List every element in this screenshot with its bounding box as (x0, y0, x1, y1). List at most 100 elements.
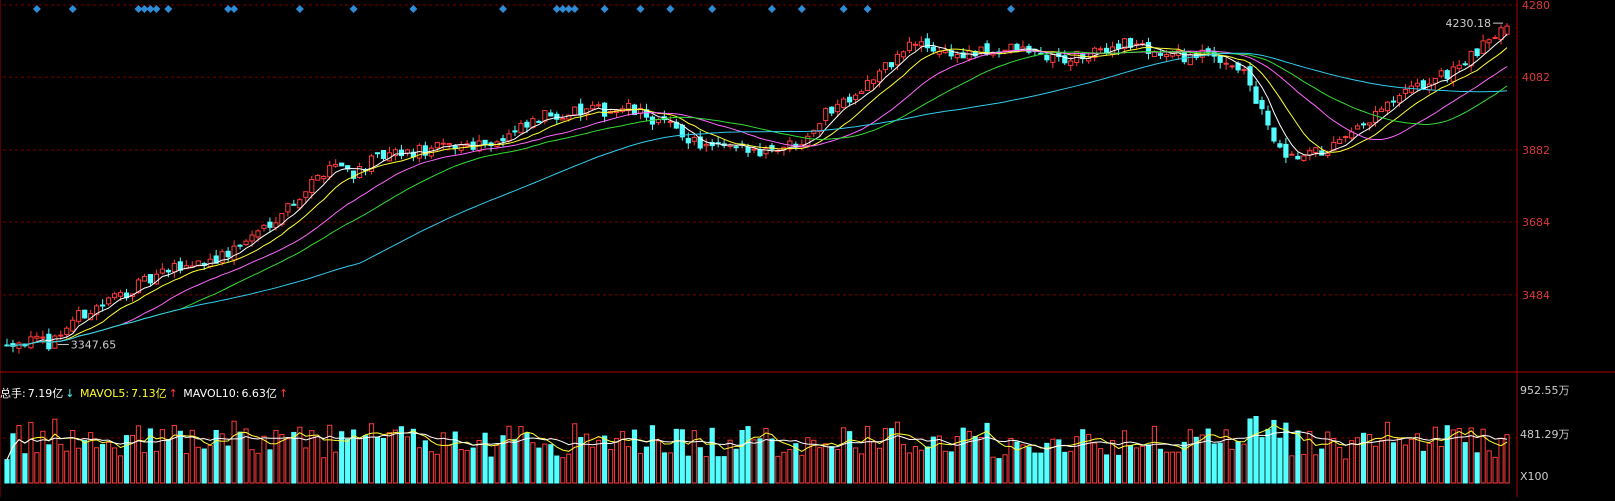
volume-bar (918, 449, 924, 484)
volume-bar (321, 457, 327, 484)
volume-bar (548, 444, 554, 484)
volume-bar (536, 447, 542, 484)
kline-chart[interactable]: 4280 4082 3882 3684 3484 952.55万 481.29万 X100 42… (0, 0, 1615, 497)
volume-bar (1050, 438, 1056, 484)
candle-body (900, 51, 907, 58)
candle-body (882, 62, 889, 70)
candle-body (906, 41, 912, 52)
volume-bar (76, 447, 82, 484)
volume-bar (135, 425, 142, 484)
volume-bar (1378, 439, 1385, 484)
volume-bar (1444, 425, 1450, 484)
volume-bar (1187, 429, 1193, 484)
volume-bar (231, 420, 237, 484)
volume-bar (566, 453, 572, 484)
volume-bar (470, 447, 476, 484)
volume-bar (1211, 443, 1217, 484)
volume-bar (1163, 451, 1169, 484)
signal-diamond-marker (636, 5, 645, 13)
signal-diamond-marker (600, 5, 609, 13)
volume-bar (267, 449, 273, 484)
mavol5-value: 7.13亿 (131, 387, 167, 400)
candle-body (1480, 40, 1486, 54)
price-tick-label: 3684 (1522, 216, 1550, 229)
candle-body (374, 152, 381, 155)
volume-bar (930, 436, 936, 484)
volume-bar (942, 450, 948, 484)
candle-body (261, 224, 267, 229)
candle-body (106, 297, 112, 305)
volume-bar (859, 453, 865, 484)
volume-bar (643, 446, 650, 484)
volume-tick-label: X100 (1520, 470, 1549, 483)
candle-body (28, 336, 34, 349)
volume-bar (1253, 416, 1259, 484)
candle-body (1307, 150, 1313, 156)
volume-bar (721, 456, 727, 484)
volume-bar (835, 449, 841, 484)
candle-body (321, 175, 327, 180)
volume-bar (1127, 445, 1134, 484)
candle-body (864, 80, 871, 91)
volume-bar (978, 436, 984, 484)
candle-body (1068, 60, 1074, 66)
volume-bar (153, 450, 159, 484)
volume-bar (1247, 418, 1253, 484)
volume-bar (117, 455, 124, 484)
candle-body (249, 234, 255, 242)
volume-bar (106, 441, 112, 484)
volume-bar (345, 438, 351, 484)
volume-bar (1331, 437, 1337, 484)
volume-bar (685, 455, 691, 484)
volume-bar (1259, 437, 1265, 484)
volume-bar (404, 436, 410, 484)
candle-body (446, 143, 452, 146)
candle-body (1217, 55, 1223, 63)
candle-body (147, 274, 154, 284)
volume-bar (793, 443, 799, 484)
signal-diamond-marker (499, 5, 508, 13)
volume-bar (46, 444, 52, 484)
candle-body (1372, 111, 1379, 124)
volume-bar (100, 443, 106, 484)
volume-bar (661, 452, 667, 484)
candle-body (1498, 27, 1504, 40)
price-tick-label: 3882 (1522, 144, 1550, 157)
volume-bar (1361, 432, 1367, 484)
candle-body (536, 120, 542, 123)
volume-bar (494, 444, 500, 484)
candle-body (1450, 66, 1456, 82)
volume-bar (1408, 438, 1414, 484)
candle-body (309, 178, 315, 193)
candle-body (1283, 143, 1289, 158)
candle-body (930, 46, 936, 52)
volume-bar (1390, 442, 1397, 484)
volume-bar (410, 428, 416, 484)
volume-bar (829, 446, 835, 484)
ma5-line (6, 34, 1508, 347)
volume-bar (697, 447, 703, 484)
volume-bar (560, 457, 566, 484)
volume-bar (458, 449, 464, 484)
volume-bar (416, 447, 422, 484)
candle-body (1366, 122, 1373, 126)
mavol5-arrow: ↑ (168, 387, 178, 400)
candle-body (482, 139, 488, 145)
signal-diamond-marker (152, 5, 161, 13)
candle-body (1384, 101, 1391, 112)
volume-bar (249, 449, 255, 484)
candle-body (231, 245, 237, 261)
volume-bar (996, 458, 1002, 484)
volume-bar (596, 439, 602, 484)
volume-bar (1169, 451, 1175, 484)
volume-bar (733, 448, 739, 484)
volume-bar (488, 456, 494, 484)
mavol10-arrow: ↑ (278, 387, 289, 400)
volume-bar (972, 435, 978, 484)
volume-bar (1038, 452, 1044, 484)
volume-bar (40, 430, 46, 484)
volume-bar (637, 452, 644, 484)
signal-markers-group (32, 5, 1015, 13)
volume-bar (948, 451, 954, 484)
candle-body (291, 203, 297, 206)
